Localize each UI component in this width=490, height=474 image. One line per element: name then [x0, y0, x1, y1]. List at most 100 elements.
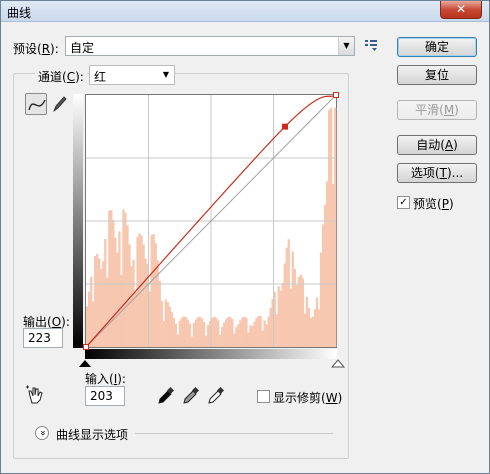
- preset-select[interactable]: 自定 ▼: [65, 36, 355, 56]
- histogram-bar: [204, 335, 208, 347]
- histogram-bar: [239, 320, 242, 347]
- histogram-bar: [313, 309, 317, 347]
- histogram-bar: [229, 317, 232, 347]
- histogram-bar: [86, 306, 89, 347]
- histogram-bar: [130, 266, 133, 347]
- histogram-bar: [134, 291, 137, 347]
- smooth-button[interactable]: 平滑(M): [397, 100, 477, 120]
- histogram-bar: [295, 285, 298, 347]
- histogram-bar: [301, 278, 305, 347]
- input-value-field[interactable]: 203: [85, 386, 125, 406]
- histogram-bar: [247, 332, 250, 347]
- histogram-bar: [108, 210, 111, 347]
- histogram-bar: [122, 209, 125, 347]
- black-point-slider[interactable]: [79, 360, 91, 368]
- curves-graph[interactable]: [83, 92, 339, 350]
- histogram-bar: [188, 323, 192, 347]
- histogram-bar: [124, 212, 127, 347]
- histogram-bar: [267, 316, 270, 347]
- ok-button[interactable]: 确定: [397, 37, 477, 57]
- histogram-bar: [251, 326, 254, 347]
- histogram-bar: [325, 181, 329, 347]
- white-eyedropper-icon[interactable]: [207, 386, 225, 405]
- hand-adjust-icon[interactable]: [25, 385, 45, 405]
- histogram-bar: [206, 325, 210, 347]
- chevron-down-icon: ▼: [338, 37, 354, 55]
- pencil-icon[interactable]: [51, 95, 67, 113]
- close-button[interactable]: ✕: [440, 1, 482, 19]
- histogram-bar: [227, 316, 230, 347]
- curve-point-tool[interactable]: [25, 93, 47, 115]
- options-divider: [135, 433, 333, 434]
- white-point-slider[interactable]: [330, 359, 346, 368]
- histogram-bar: [186, 319, 190, 347]
- expand-options-icon[interactable]: »: [35, 426, 49, 440]
- reset-button[interactable]: 复位: [397, 65, 477, 85]
- histogram-bar: [231, 319, 234, 347]
- output-value-field[interactable]: 223: [23, 328, 63, 348]
- window-title: 曲线: [7, 6, 32, 20]
- histogram-bar: [178, 320, 182, 347]
- histogram-bar: [287, 239, 290, 347]
- histogram-bar: [319, 252, 323, 347]
- histogram-bar: [164, 299, 167, 347]
- histogram-bar: [104, 238, 107, 347]
- histogram-bar: [142, 244, 145, 347]
- histogram-bar: [200, 318, 204, 347]
- histogram-bar: [311, 316, 315, 347]
- histogram-bar: [174, 323, 178, 347]
- histogram-bar: [299, 274, 303, 347]
- histogram-bar: [235, 327, 238, 347]
- histogram-bar: [233, 333, 236, 347]
- histogram-bar: [255, 318, 258, 347]
- channel-select[interactable]: 红 ▼: [89, 65, 175, 85]
- preset-options-icon[interactable]: [364, 39, 378, 51]
- preview-checkbox[interactable]: ✓: [397, 196, 410, 209]
- histogram-bar: [257, 316, 260, 347]
- histogram-bar: [249, 325, 252, 347]
- histogram-bar: [194, 319, 198, 347]
- black-eyedropper-icon[interactable]: [157, 386, 175, 405]
- histogram-bar: [196, 317, 200, 347]
- histogram-bar: [154, 243, 157, 347]
- histogram-bar: [118, 231, 121, 347]
- options-button[interactable]: 选项(T)...: [397, 163, 477, 183]
- histogram-bar: [321, 224, 325, 347]
- histogram-bar: [331, 184, 335, 347]
- histogram-bar: [305, 296, 309, 347]
- show-clipping-label: 显示修剪(W): [273, 391, 343, 405]
- input-gradient-bar: [85, 349, 337, 359]
- histogram-bar: [277, 286, 280, 347]
- histogram-bar: [275, 313, 278, 347]
- histogram-bar: [291, 251, 294, 347]
- histogram-bar: [245, 317, 248, 347]
- histogram-bar: [110, 210, 113, 347]
- histogram-bar: [126, 225, 129, 347]
- curve-point[interactable]: [333, 92, 339, 98]
- histogram-bar: [152, 233, 155, 347]
- histogram-bar: [285, 247, 288, 347]
- show-clipping-checkbox[interactable]: [257, 390, 270, 403]
- histogram-bar: [253, 321, 256, 347]
- auto-button[interactable]: 自动(A): [397, 135, 477, 155]
- histogram-bar: [315, 297, 319, 347]
- histogram-bar: [106, 277, 109, 347]
- histogram-bar: [128, 244, 131, 347]
- histogram-bar: [333, 107, 337, 347]
- curve-display-options-label[interactable]: 曲线显示选项: [56, 426, 128, 443]
- histogram-bar: [261, 330, 264, 347]
- histogram-bar: [309, 317, 313, 347]
- histogram-bar: [243, 316, 246, 347]
- gray-eyedropper-icon[interactable]: [182, 386, 200, 405]
- curve-point-selected[interactable]: [282, 123, 288, 130]
- histogram-bar: [166, 302, 169, 347]
- histogram-bar: [263, 320, 266, 347]
- histogram-bar: [114, 237, 117, 347]
- histogram-bar: [90, 276, 93, 347]
- histogram-bar: [94, 255, 97, 347]
- curve-point[interactable]: [83, 344, 89, 350]
- histogram-bar: [182, 316, 186, 347]
- histogram-bar: [138, 233, 141, 347]
- chevron-down-icon: ▼: [162, 70, 170, 79]
- histogram-bar: [265, 324, 268, 347]
